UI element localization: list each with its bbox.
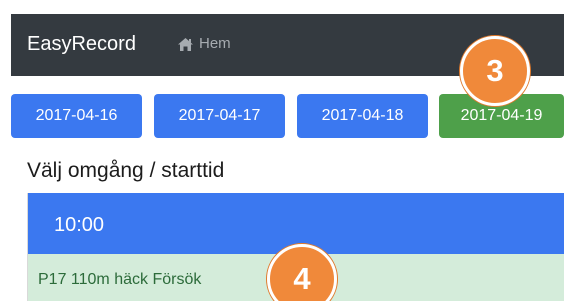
nav-home-link[interactable]: Hem xyxy=(177,35,231,53)
date-button-2017-04-16[interactable]: 2017-04-16 xyxy=(11,94,142,138)
event-label: P17 110m häck Försök xyxy=(38,271,202,288)
nav-home-label: Hem xyxy=(199,35,231,52)
date-button-2017-04-18[interactable]: 2017-04-18 xyxy=(297,94,428,138)
app-frame: EasyRecord Hem 2017-04-16 2017-04-17 201… xyxy=(0,0,564,301)
annotation-badge-3: 3 xyxy=(460,36,530,106)
home-icon xyxy=(178,37,193,51)
brand-link[interactable]: EasyRecord xyxy=(27,32,136,56)
section-heading: Välj omgång / starttid xyxy=(27,159,225,182)
date-button-2017-04-17[interactable]: 2017-04-17 xyxy=(154,94,285,138)
session-time: 10:00 xyxy=(54,214,105,236)
